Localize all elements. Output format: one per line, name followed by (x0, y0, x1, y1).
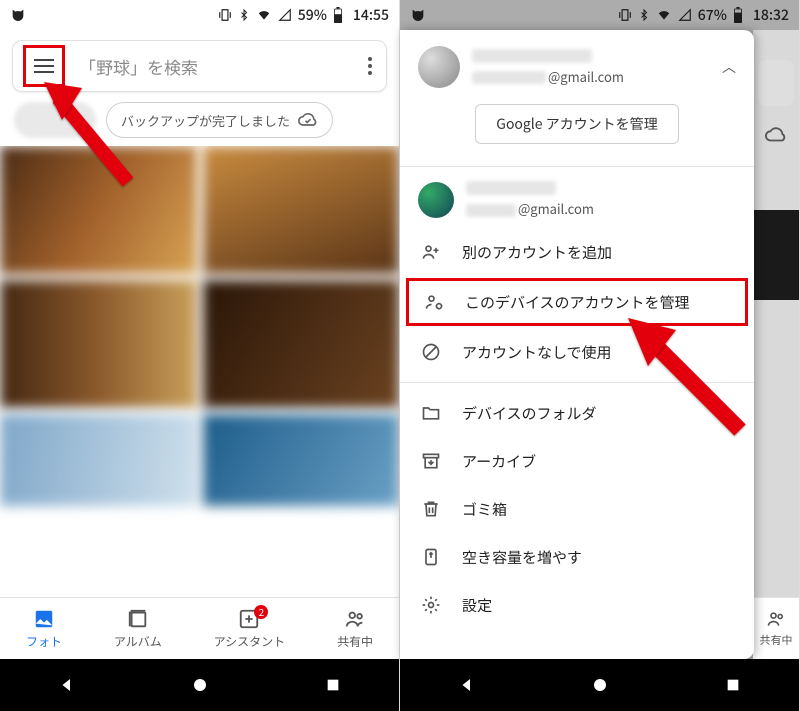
photo-thumbnail[interactable] (0, 146, 197, 274)
menu-label: このデバイスのアカウントを管理 (465, 292, 690, 313)
blurred-chip (14, 102, 96, 138)
menu-label: 設定 (462, 595, 492, 616)
photo-thumbnail[interactable] (0, 280, 197, 408)
tab-label: アシスタント (214, 633, 286, 650)
backup-complete-chip[interactable]: バックアップが完了しました (106, 102, 333, 138)
account-name-blurred (466, 181, 556, 195)
signal-icon (278, 8, 292, 22)
folder-icon (420, 402, 442, 424)
chip-label: バックアップが完了しました (121, 111, 290, 130)
photo-thumbnail[interactable] (203, 280, 400, 408)
tab-assistant[interactable]: 2 アシスタント (214, 608, 286, 650)
ghost-search-fragment (758, 60, 794, 106)
gear-icon (420, 594, 442, 616)
ghost-dark-block (753, 210, 799, 300)
menu-label: ゴミ箱 (462, 499, 507, 520)
assistant-badge: 2 (254, 605, 268, 619)
menu-free-space[interactable]: 空き容量を増やす (400, 533, 754, 581)
search-bar-wrap: 「野球」を検索 (0, 30, 399, 102)
primary-account-row[interactable]: @gmail.com ︿ (400, 30, 754, 98)
photo-thumbnail[interactable] (203, 414, 400, 506)
menu-device-folders[interactable]: デバイスのフォルダ (400, 389, 754, 437)
bluetooth-icon (238, 8, 250, 22)
manage-google-account-button[interactable]: Google アカウントを管理 (475, 104, 678, 144)
status-bar: 59% 14:55 (0, 0, 399, 30)
phone-right: 67% 18:32 共有中 @gmail.com ︿ (400, 0, 800, 711)
archive-icon (420, 450, 442, 472)
free-space-icon (420, 546, 442, 568)
menu-label: アーカイブ (462, 451, 536, 472)
chevron-up-icon[interactable]: ︿ (722, 57, 736, 77)
photos-icon (33, 608, 55, 630)
person-gear-icon (423, 291, 445, 313)
menu-icon (34, 65, 54, 67)
tab-label: 共有中 (337, 633, 373, 650)
nav-recents-button[interactable] (318, 670, 348, 700)
menu-no-account[interactable]: アカウントなしで使用 (400, 328, 754, 376)
photo-thumbnail[interactable] (203, 146, 400, 274)
vibrate-icon (218, 8, 232, 22)
menu-manage-device-accounts[interactable]: このデバイスのアカウントを管理 (406, 278, 748, 326)
hamburger-menu-button[interactable] (23, 45, 65, 87)
account-email: @gmail.com (472, 67, 710, 86)
nav-home-button[interactable] (585, 670, 615, 700)
email-prefix-blurred (466, 204, 516, 217)
menu-trash[interactable]: ゴミ箱 (400, 485, 754, 533)
nav-recents-button[interactable] (718, 670, 748, 700)
person-add-icon (420, 241, 442, 263)
menu-add-account[interactable]: 別のアカウントを追加 (400, 228, 754, 276)
background-strip (753, 30, 799, 659)
battery-icon (333, 7, 343, 23)
divider (400, 166, 754, 167)
search-bar[interactable]: 「野球」を検索 (12, 40, 387, 92)
photo-grid[interactable] (0, 146, 399, 597)
chips-row: バックアップが完了しました (0, 102, 399, 146)
secondary-account-row[interactable]: @gmail.com (400, 173, 754, 226)
phone-left: 59% 14:55 「野球」を検索 バックアップが完了しました (0, 0, 400, 711)
tab-sharing[interactable]: 共有中 (337, 608, 373, 650)
bottom-tabs: フォト アルバム 2 アシスタント 共有中 (0, 597, 399, 659)
clock: 14:55 (353, 5, 389, 25)
account-menu: 別のアカウントを追加 このデバイスのアカウントを管理 アカウントなしで使用 デバ… (400, 226, 754, 631)
cloud-icon (765, 124, 787, 146)
menu-settings[interactable]: 設定 (400, 581, 754, 629)
avatar (418, 46, 460, 88)
no-account-icon (420, 341, 442, 363)
ghost-tab-label: 共有中 (760, 632, 793, 648)
nav-back-button[interactable] (52, 670, 82, 700)
menu-label: 空き容量を増やす (462, 547, 582, 568)
menu-archive[interactable]: アーカイブ (400, 437, 754, 485)
tab-label: アルバム (114, 633, 162, 650)
photo-thumbnail[interactable] (0, 414, 197, 506)
menu-label: デバイスのフォルダ (462, 403, 597, 424)
account-info: @gmail.com (472, 49, 710, 86)
tab-albums[interactable]: アルバム (114, 608, 162, 650)
android-nav-bar (400, 659, 799, 711)
account-email: @gmail.com (466, 199, 736, 218)
people-icon (344, 608, 366, 630)
menu-label: 別のアカウントを追加 (462, 242, 612, 263)
tab-photos[interactable]: フォト (26, 608, 62, 650)
assistant-icon: 2 (238, 608, 260, 630)
avatar (418, 182, 454, 218)
overflow-menu-button[interactable] (364, 57, 376, 75)
account-name-blurred (472, 49, 592, 63)
divider (400, 382, 754, 383)
email-prefix-blurred (472, 71, 546, 84)
nav-home-button[interactable] (185, 670, 215, 700)
tab-label: フォト (26, 633, 62, 650)
menu-label: アカウントなしで使用 (462, 342, 612, 363)
albums-icon (127, 608, 149, 630)
wifi-icon (256, 8, 272, 22)
ghost-tab-sharing: 共有中 (753, 597, 799, 659)
trash-icon (420, 498, 442, 520)
nav-back-button[interactable] (452, 670, 482, 700)
search-placeholder: 「野球」を検索 (79, 54, 350, 79)
battery-percent: 59% (298, 5, 327, 25)
notification-cat-icon (10, 7, 26, 23)
cloud-check-icon (298, 110, 318, 130)
account-drawer: @gmail.com ︿ Google アカウントを管理 @gmail.com … (400, 30, 754, 659)
android-nav-bar (0, 659, 399, 711)
